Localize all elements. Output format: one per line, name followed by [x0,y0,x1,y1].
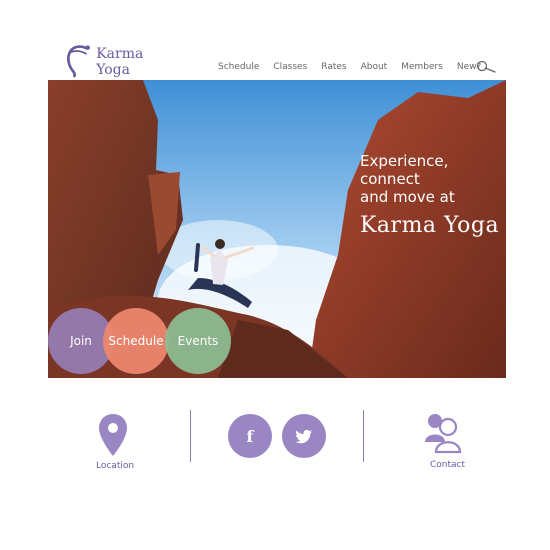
nav-item-schedule[interactable]: Schedule [218,62,259,72]
contact-icon[interactable] [424,412,464,454]
nav-item-classes[interactable]: Classes [273,62,307,72]
tagline-line: connect [360,170,420,188]
tagline-line: and move at [360,188,455,206]
tagline-brand: Karma Yoga [360,213,500,238]
location-pin-icon[interactable] [97,412,129,458]
footer-divider [363,410,364,462]
nav-item-members[interactable]: Members [401,62,443,72]
brand-logo[interactable]: Karma Yoga [62,40,172,80]
contact-label[interactable]: Contact [430,460,465,470]
hero-tagline: Experience, connect and move at [360,152,455,206]
tagline-line: Experience, [360,152,449,170]
hero-banner: Experience, connect and move at Karma Yo… [48,80,506,378]
facebook-button[interactable]: f [228,414,272,458]
brand-name: Karma Yoga [96,46,144,78]
facebook-icon: f [246,426,254,446]
search-icon[interactable] [476,60,496,74]
events-button[interactable]: Events [165,308,231,374]
main-nav: Schedule Classes Rates About Members New… [218,60,496,74]
schedule-button[interactable]: Schedule [103,308,169,374]
location-label[interactable]: Location [96,461,134,471]
twitter-icon [295,429,313,443]
twitter-button[interactable] [282,414,326,458]
footer-divider [190,410,191,462]
nav-item-about[interactable]: About [361,62,388,72]
yoga-figure-logo-icon [67,45,90,78]
nav-item-rates[interactable]: Rates [321,62,346,72]
